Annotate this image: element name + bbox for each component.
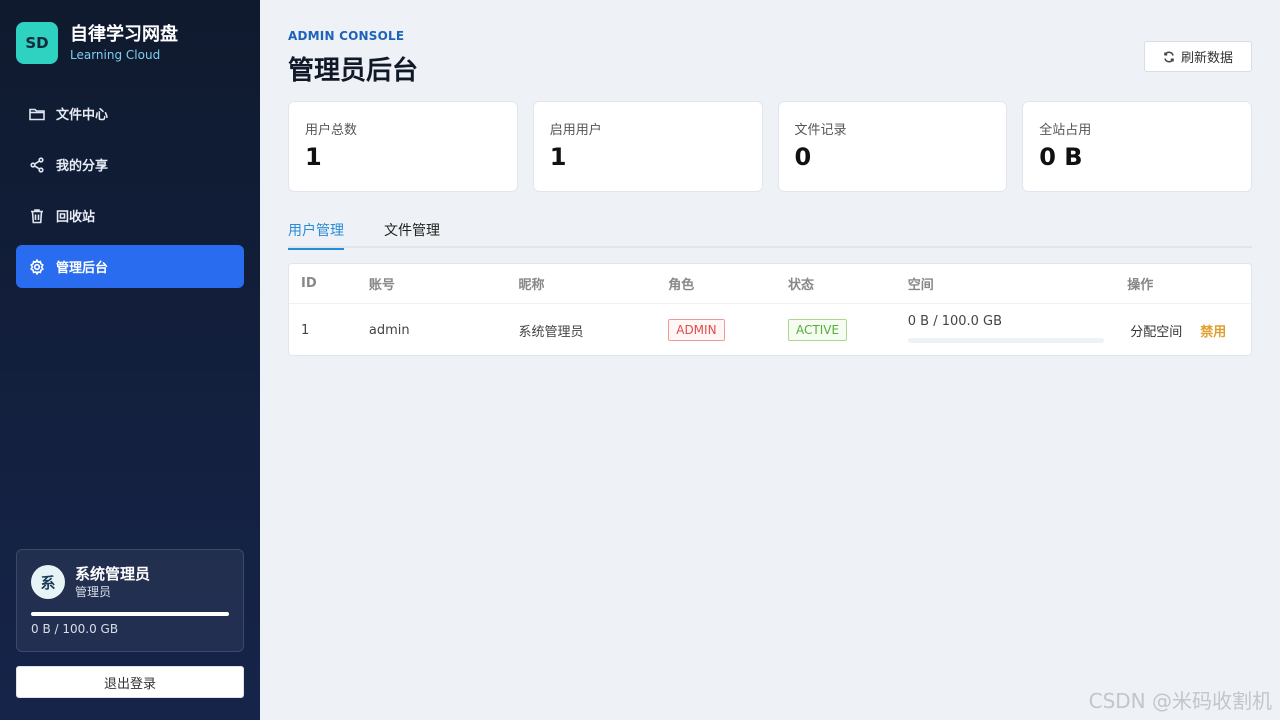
assign-space-button[interactable]: 分配空间 — [1130, 321, 1182, 340]
status-badge: ACTIVE — [787, 319, 848, 341]
stats-row: 用户总数 1 启用用户 1 文件记录 0 全站占用 0 B — [288, 101, 1252, 192]
user-card: 系 系统管理员 管理员 0 B / 100.0 GB — [16, 549, 244, 652]
tab-file-management[interactable]: 文件管理 — [384, 216, 440, 248]
user-info: 系统管理员 管理员 — [75, 564, 150, 600]
stat-value: 1 — [305, 143, 322, 171]
brand-title: 自律学习网盘 — [70, 24, 178, 45]
stat-label: 文件记录 — [794, 123, 847, 138]
eyebrow: ADMIN CONSOLE — [288, 29, 405, 43]
column-header-role: 角色 — [668, 278, 695, 293]
sidebar: SD 自律学习网盘 Learning Cloud 文件中心 我的分享 回收站 管… — [0, 0, 260, 720]
space-usage-text: 0 B / 100.0 GB — [907, 313, 1003, 329]
disable-user-button[interactable]: 禁用 — [1200, 321, 1226, 340]
column-header-id: ID — [301, 276, 317, 291]
table-row: 1 admin 系统管理员 ADMIN ACTIVE 0 B / 100.0 G… — [289, 304, 1251, 356]
column-header-space: 空间 — [907, 278, 934, 293]
user-row: 系 系统管理员 管理员 — [31, 564, 229, 600]
sidebar-item-label: 回收站 — [56, 210, 96, 225]
refresh-button[interactable]: 刷新数据 — [1144, 41, 1252, 72]
cell-account: admin — [368, 322, 410, 338]
avatar: 系 — [31, 565, 65, 599]
gear-icon — [28, 258, 46, 276]
space-usage-bar — [907, 337, 1104, 343]
user-name: 系统管理员 — [75, 565, 151, 583]
stat-label: 用户总数 — [305, 123, 358, 138]
refresh-label: 刷新数据 — [1180, 51, 1233, 66]
sidebar-item-label: 文件中心 — [56, 108, 109, 123]
stat-label: 全站占用 — [1039, 123, 1092, 138]
sidebar-item-recycle[interactable]: 回收站 — [16, 194, 244, 237]
cell-status: ACTIVE — [787, 319, 908, 341]
column-header-account: 账号 — [368, 278, 395, 293]
tab-bar: 用户管理 文件管理 — [288, 216, 1252, 250]
stat-card-users: 用户总数 1 — [288, 101, 518, 192]
user-usage-bar — [31, 612, 229, 616]
brand-text: 自律学习网盘 Learning Cloud — [70, 23, 178, 63]
brand: SD 自律学习网盘 Learning Cloud — [16, 22, 178, 64]
cell-nickname: 系统管理员 — [518, 324, 584, 340]
watermark: CSDN @米码收割机 — [1088, 689, 1272, 713]
share-icon — [28, 156, 46, 174]
stat-value: 1 — [549, 143, 567, 171]
sidebar-item-shares[interactable]: 我的分享 — [16, 143, 244, 186]
brand-subtitle: Learning Cloud — [70, 48, 161, 62]
role-badge: ADMIN — [668, 319, 725, 341]
sidebar-item-label: 我的分享 — [56, 159, 109, 174]
column-header-nickname: 昵称 — [518, 278, 545, 293]
cell-space: 0 B / 100.0 GB — [907, 314, 1128, 343]
cell-id: 1 — [301, 322, 310, 338]
stat-value: 0 B — [1039, 143, 1083, 171]
folder-icon — [28, 105, 46, 123]
cell-actions: 分配空间 禁用 — [1127, 321, 1251, 340]
users-table: ID 账号 昵称 角色 状态 空间 操作 1 admin 系统管理员 ADMIN… — [288, 263, 1252, 356]
sidebar-item-label: 管理后台 — [56, 261, 109, 276]
tab-user-management[interactable]: 用户管理 — [288, 216, 344, 250]
sidebar-item-admin[interactable]: 管理后台 — [16, 245, 244, 288]
stat-label: 启用用户 — [549, 123, 602, 138]
main-content: ADMIN CONSOLE 管理员后台 刷新数据 用户总数 1 启用用户 1 文… — [288, 0, 1252, 720]
cell-role: ADMIN — [668, 319, 788, 341]
page-title: 管理员后台 — [288, 56, 419, 86]
stat-card-storage: 全站占用 0 B — [1022, 101, 1252, 192]
sidebar-item-files[interactable]: 文件中心 — [16, 92, 244, 135]
brand-logo: SD — [16, 22, 58, 64]
sidebar-nav: 文件中心 我的分享 回收站 管理后台 — [16, 92, 244, 296]
user-role: 管理员 — [75, 585, 112, 599]
stat-value: 0 — [794, 143, 812, 171]
refresh-icon — [1164, 51, 1174, 62]
trash-icon — [28, 207, 46, 225]
logout-button[interactable]: 退出登录 — [16, 666, 244, 698]
stat-card-active-users: 启用用户 1 — [532, 101, 763, 192]
column-header-status: 状态 — [787, 278, 814, 293]
table-header: ID 账号 昵称 角色 状态 空间 操作 — [289, 264, 1251, 304]
user-usage-text: 0 B / 100.0 GB — [31, 622, 119, 636]
column-header-actions: 操作 — [1127, 278, 1154, 293]
stat-card-files: 文件记录 0 — [777, 101, 1008, 192]
